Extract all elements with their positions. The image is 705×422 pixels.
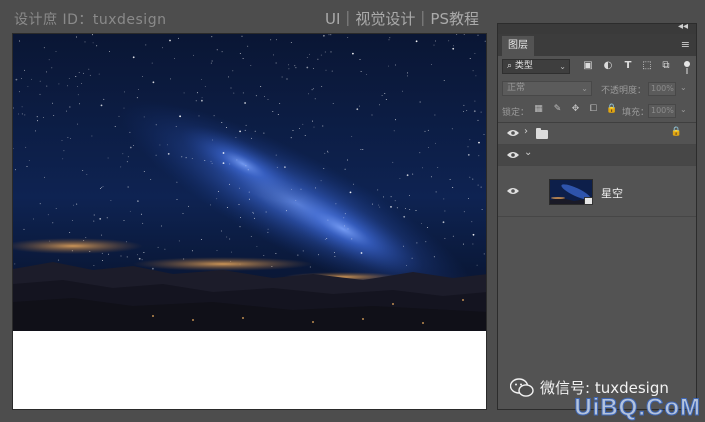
- panel-tab-strip: 图层 ≡: [498, 34, 696, 56]
- folder-icon: [536, 130, 548, 139]
- layer-name[interactable]: 星空: [601, 185, 623, 201]
- filter-toggle-bar: [686, 68, 688, 74]
- layers-panel: ◂◂ 图层 ≡ ⌕ 类型 ⌄ ▣ ◐ T ⬚ ⧉ 正常 ⌄ 不透明度： 100%…: [497, 23, 697, 410]
- layer-row-starry-sky[interactable]: 星空: [498, 166, 696, 217]
- lock-transparent-pixels-icon[interactable]: ▦: [533, 104, 544, 115]
- blend-mode-value: 正常: [507, 83, 525, 93]
- chevron-down-icon[interactable]: ⌄: [680, 83, 687, 92]
- document-canvas[interactable]: [12, 33, 487, 410]
- lock-icon: 🔒: [671, 127, 682, 137]
- lock-image-pixels-icon[interactable]: ✎: [552, 104, 563, 115]
- layer-filter-row: ⌕ 类型 ⌄ ▣ ◐ T ⬚ ⧉: [498, 56, 696, 78]
- chevron-down-icon: ⌄: [581, 82, 588, 95]
- shape-filter-icon[interactable]: ⬚: [641, 60, 653, 72]
- search-icon: ⌕: [507, 61, 515, 71]
- blend-mode-select[interactable]: 正常 ⌄: [502, 81, 592, 96]
- panel-titlebar[interactable]: ◂◂: [498, 24, 696, 34]
- filter-kind-select[interactable]: ⌕ 类型 ⌄: [502, 59, 570, 74]
- smart-object-filter-icon[interactable]: ⧉: [660, 60, 672, 72]
- type-filter-icon[interactable]: T: [622, 60, 634, 72]
- smart-object-badge-icon: [584, 197, 593, 205]
- chevron-right-icon[interactable]: ›: [524, 126, 528, 137]
- image-filter-icon[interactable]: ▣: [582, 60, 594, 72]
- lock-label: 锁定：: [502, 105, 529, 118]
- filter-toggle-icon[interactable]: [684, 61, 690, 67]
- eye-icon[interactable]: [507, 129, 519, 137]
- opacity-field[interactable]: 100%: [648, 82, 676, 96]
- tab-layers[interactable]: 图层: [502, 36, 534, 56]
- watermark-top-right: UI｜视觉设计｜PS教程: [325, 8, 479, 29]
- blend-opacity-row: 正常 ⌄ 不透明度： 100% ⌄: [498, 78, 696, 100]
- starry-sky-image: [13, 34, 487, 410]
- chevron-down-icon: ⌄: [559, 60, 566, 73]
- lock-position-icon[interactable]: ✥: [570, 104, 581, 115]
- lock-all-icon[interactable]: 🔒: [606, 104, 617, 115]
- adjustment-filter-icon[interactable]: ◐: [602, 60, 614, 72]
- chevron-down-icon[interactable]: ⌄: [524, 147, 532, 158]
- lock-artboard-icon[interactable]: ⧠: [588, 104, 599, 115]
- eye-icon[interactable]: [507, 151, 519, 159]
- layer-row-group-expanded[interactable]: ⌄: [498, 145, 696, 166]
- site-logo: UiBQ.CoM: [574, 394, 701, 422]
- opacity-label: 不透明度：: [601, 83, 646, 96]
- chevron-down-icon[interactable]: ⌄: [680, 105, 687, 114]
- layer-row-group-locked[interactable]: › 🔒: [498, 123, 696, 145]
- panel-menu-icon[interactable]: ≡: [681, 38, 690, 51]
- collapse-panel-icon[interactable]: ◂◂: [678, 21, 688, 32]
- watermark-top-left: 设计庶 ID：tuxdesign: [14, 9, 166, 29]
- wechat-icon: [510, 378, 534, 398]
- filter-kind-value: 类型: [515, 61, 533, 71]
- fill-field[interactable]: 100%: [648, 104, 676, 118]
- fill-label: 填充：: [622, 105, 649, 118]
- eye-icon[interactable]: [507, 187, 519, 195]
- lock-fill-row: 锁定： ▦ ✎ ✥ ⧠ 🔒 填充： 100% ⌄: [498, 100, 696, 122]
